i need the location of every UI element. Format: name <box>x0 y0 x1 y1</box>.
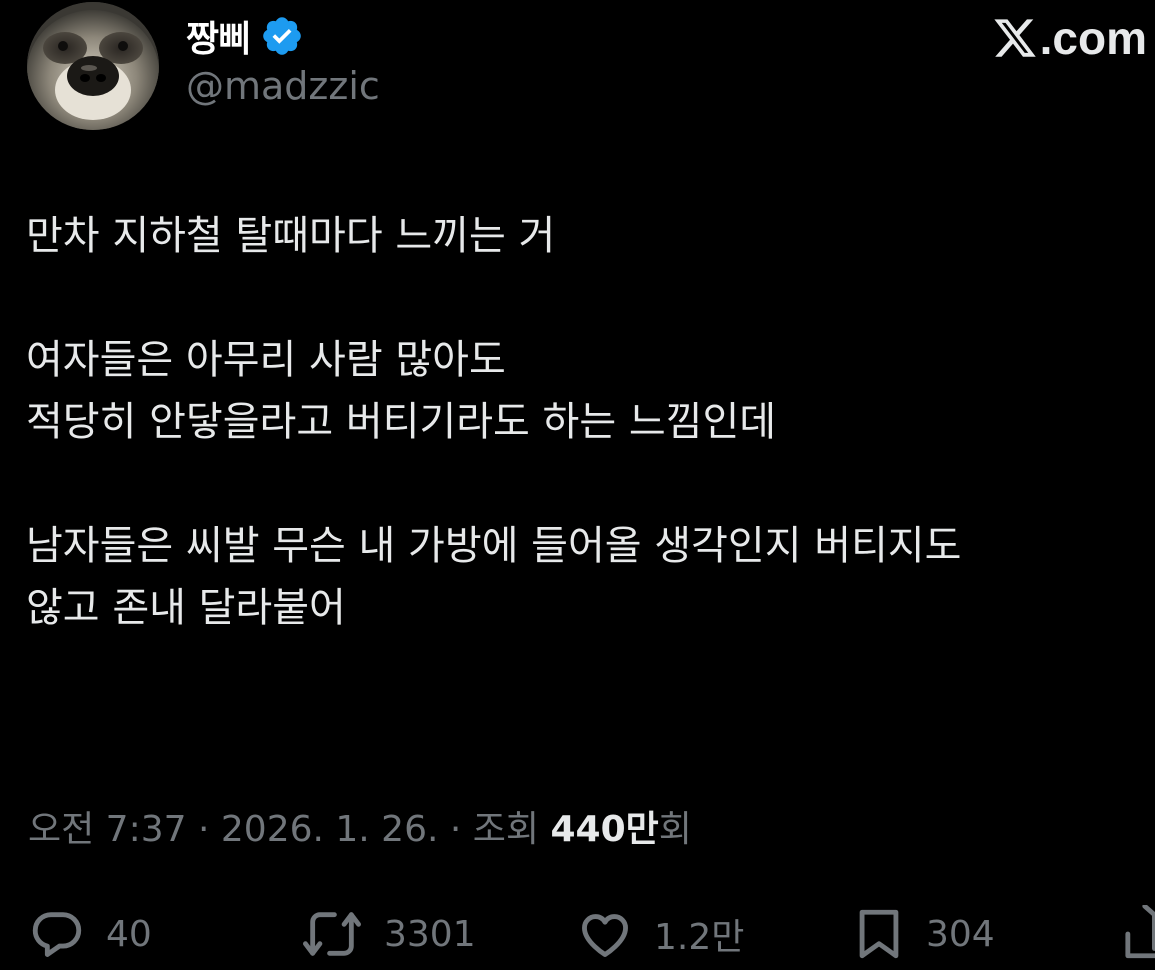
reply-count: 40 <box>106 913 152 955</box>
like-count: 1.2만 <box>654 917 745 958</box>
heart-icon <box>576 905 634 963</box>
retweet-icon <box>300 905 364 963</box>
x-logo-icon <box>992 15 1038 61</box>
bookmark-icon <box>852 905 906 963</box>
brand-domain-label: .com <box>1039 12 1147 64</box>
tweet-date[interactable]: 2026. 1. 26. <box>221 809 439 850</box>
views-label: 조회 <box>472 809 540 850</box>
reply-button[interactable]: 40 <box>28 898 152 970</box>
tweet-time[interactable]: 오전 7:37 <box>28 809 187 850</box>
reply-icon <box>28 905 86 963</box>
tweet-text: 만차 지하철 탈때마다 느끼는 거 여자들은 아무리 사람 많아도 적당히 안닿… <box>26 205 1151 639</box>
verified-badge-icon <box>260 14 304 58</box>
brand-watermark: .com <box>992 8 1147 68</box>
raccoon-avatar-image <box>27 2 159 130</box>
tweet-line: 않고 존내 달라붙어 <box>26 585 346 631</box>
retweet-count: 3301 <box>384 913 476 955</box>
tweet-meta: 오전 7:37 · 2026. 1. 26. · 조회 440만회 <box>28 800 692 860</box>
share-icon <box>1120 905 1155 963</box>
share-button[interactable] <box>1120 898 1155 970</box>
bookmark-count: 304 <box>926 913 995 955</box>
meta-separator: · <box>449 809 462 850</box>
tweet-line: 여자들은 아무리 사람 많아도 <box>26 337 506 383</box>
display-name[interactable]: 짱삐 <box>186 10 251 62</box>
views-count: 440만 <box>550 809 659 850</box>
action-bar: 40 3301 1.2만 304 <box>0 898 1155 970</box>
display-name-row: 짱삐 <box>186 8 304 64</box>
tweet-line: 남자들은 씨발 무슨 내 가방에 들어올 생각인지 버티지도 <box>26 523 962 569</box>
like-button[interactable]: 1.2만 <box>576 898 744 970</box>
retweet-button[interactable]: 3301 <box>300 898 476 970</box>
avatar[interactable] <box>27 2 159 130</box>
views-suffix: 회 <box>658 809 692 850</box>
tweet-line: 만차 지하철 탈때마다 느끼는 거 <box>26 213 556 259</box>
meta-separator: · <box>197 809 210 850</box>
user-handle[interactable]: @madzzic <box>186 64 380 110</box>
bookmark-button[interactable]: 304 <box>852 898 995 970</box>
tweet-line: 적당히 안닿을라고 버티기라도 하는 느낌인데 <box>26 399 777 445</box>
